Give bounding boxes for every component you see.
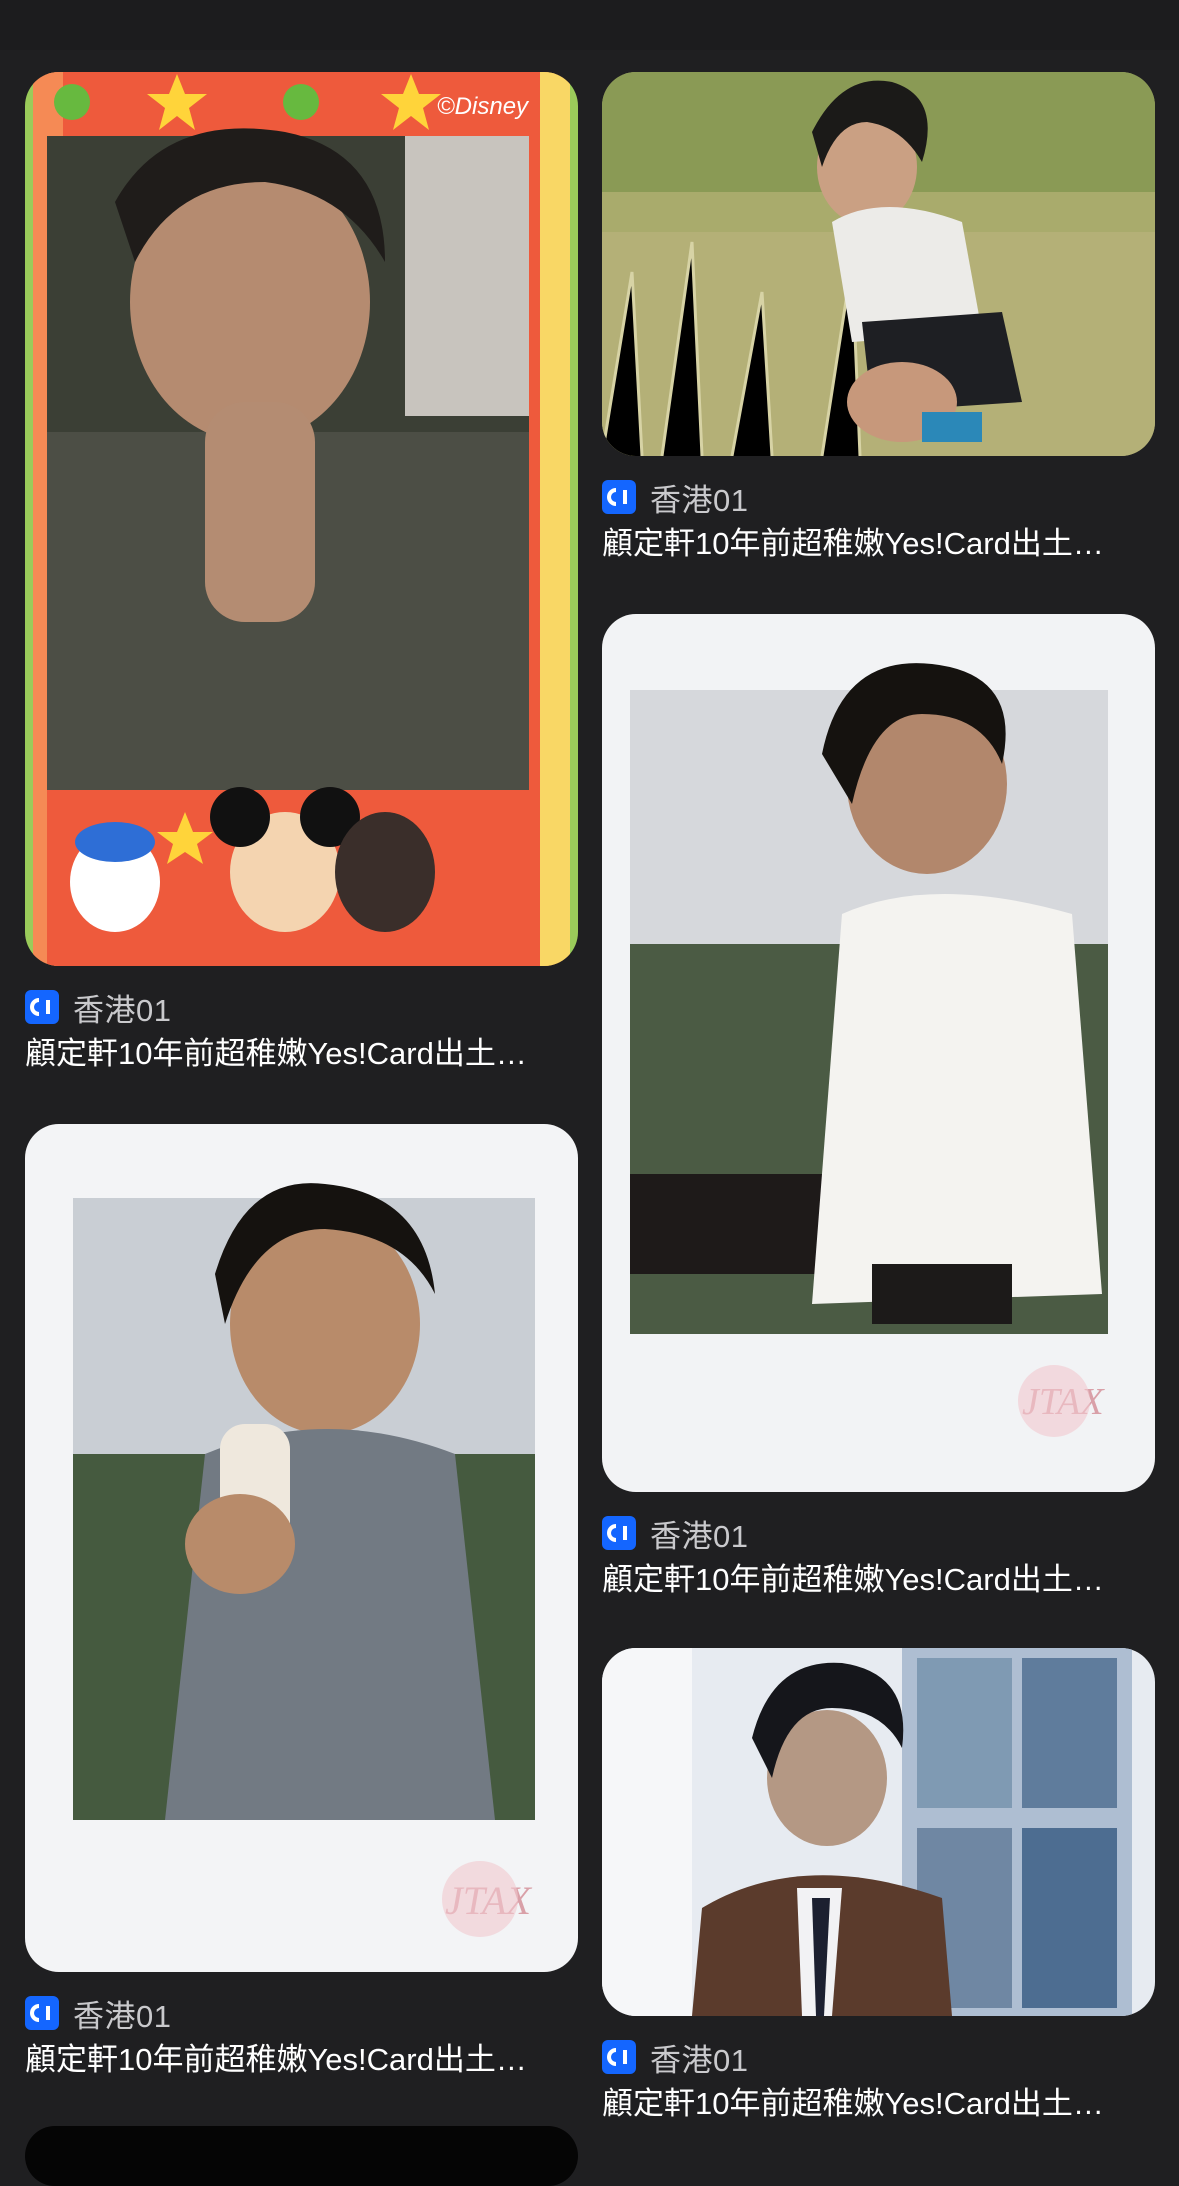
hk01-logo-icon	[602, 480, 636, 514]
source-row[interactable]: 香港01	[25, 988, 171, 1028]
status-bar-area	[0, 0, 1179, 50]
source-row[interactable]: 香港01	[602, 478, 748, 518]
svg-text:©Disney: ©Disney	[437, 93, 530, 120]
source-name: 香港01	[650, 2042, 749, 2078]
result-image[interactable]: ©Disney	[25, 72, 578, 966]
next-result-image-partial[interactable]	[25, 2126, 578, 2186]
result-image[interactable]: JTAX	[25, 1124, 578, 1972]
result-title[interactable]: 顧定軒10年前超稚嫩Yes!Card出土…	[25, 2040, 578, 2080]
image-result-card[interactable]: ©Disney 香港01 顧定軒10年前超稚嫩Yes!Card出土…	[25, 72, 578, 1082]
source-name: 香港01	[650, 482, 749, 518]
result-image[interactable]: JTAX	[602, 614, 1155, 1492]
result-title[interactable]: 顧定軒10年前超稚嫩Yes!Card出土…	[602, 524, 1155, 564]
hk01-logo-icon	[602, 1516, 636, 1550]
polaroid-milk-image: JTAX	[25, 1124, 578, 1972]
image-result-card[interactable]: JTAX 香港01 顧定軒10年前超稚嫩Yes!Card出土…	[25, 1124, 578, 2124]
polaroid-white-shirt-image: JTAX	[602, 614, 1155, 1492]
window-cardigan-image	[602, 1648, 1155, 2016]
disney-card-image: ©Disney	[25, 72, 578, 966]
source-name: 香港01	[650, 1518, 749, 1554]
result-title[interactable]: 顧定軒10年前超稚嫩Yes!Card出土…	[25, 1034, 578, 1074]
source-name: 香港01	[73, 992, 172, 1028]
grass-field-image	[602, 72, 1155, 456]
result-title[interactable]: 顧定軒10年前超稚嫩Yes!Card出土…	[602, 2084, 1155, 2124]
image-result-card[interactable]: 香港01 顧定軒10年前超稚嫩Yes!Card出土…	[602, 1648, 1155, 2146]
source-row[interactable]: 香港01	[25, 1994, 171, 2034]
hk01-logo-icon	[25, 990, 59, 1024]
hk01-logo-icon	[25, 1996, 59, 2030]
result-image[interactable]	[602, 1648, 1155, 2016]
result-title[interactable]: 顧定軒10年前超稚嫩Yes!Card出土…	[602, 1560, 1155, 1600]
hk01-logo-icon	[602, 2040, 636, 2074]
result-image[interactable]	[602, 72, 1155, 456]
source-row[interactable]: 香港01	[602, 1514, 748, 1554]
source-row[interactable]: 香港01	[602, 2038, 748, 2078]
image-result-card[interactable]: JTAX 香港01 顧定軒10年前超稚嫩Yes!Card出土…	[602, 614, 1155, 1614]
source-name: 香港01	[73, 1998, 172, 2034]
image-result-card[interactable]: 香港01 顧定軒10年前超稚嫩Yes!Card出土…	[602, 72, 1155, 572]
